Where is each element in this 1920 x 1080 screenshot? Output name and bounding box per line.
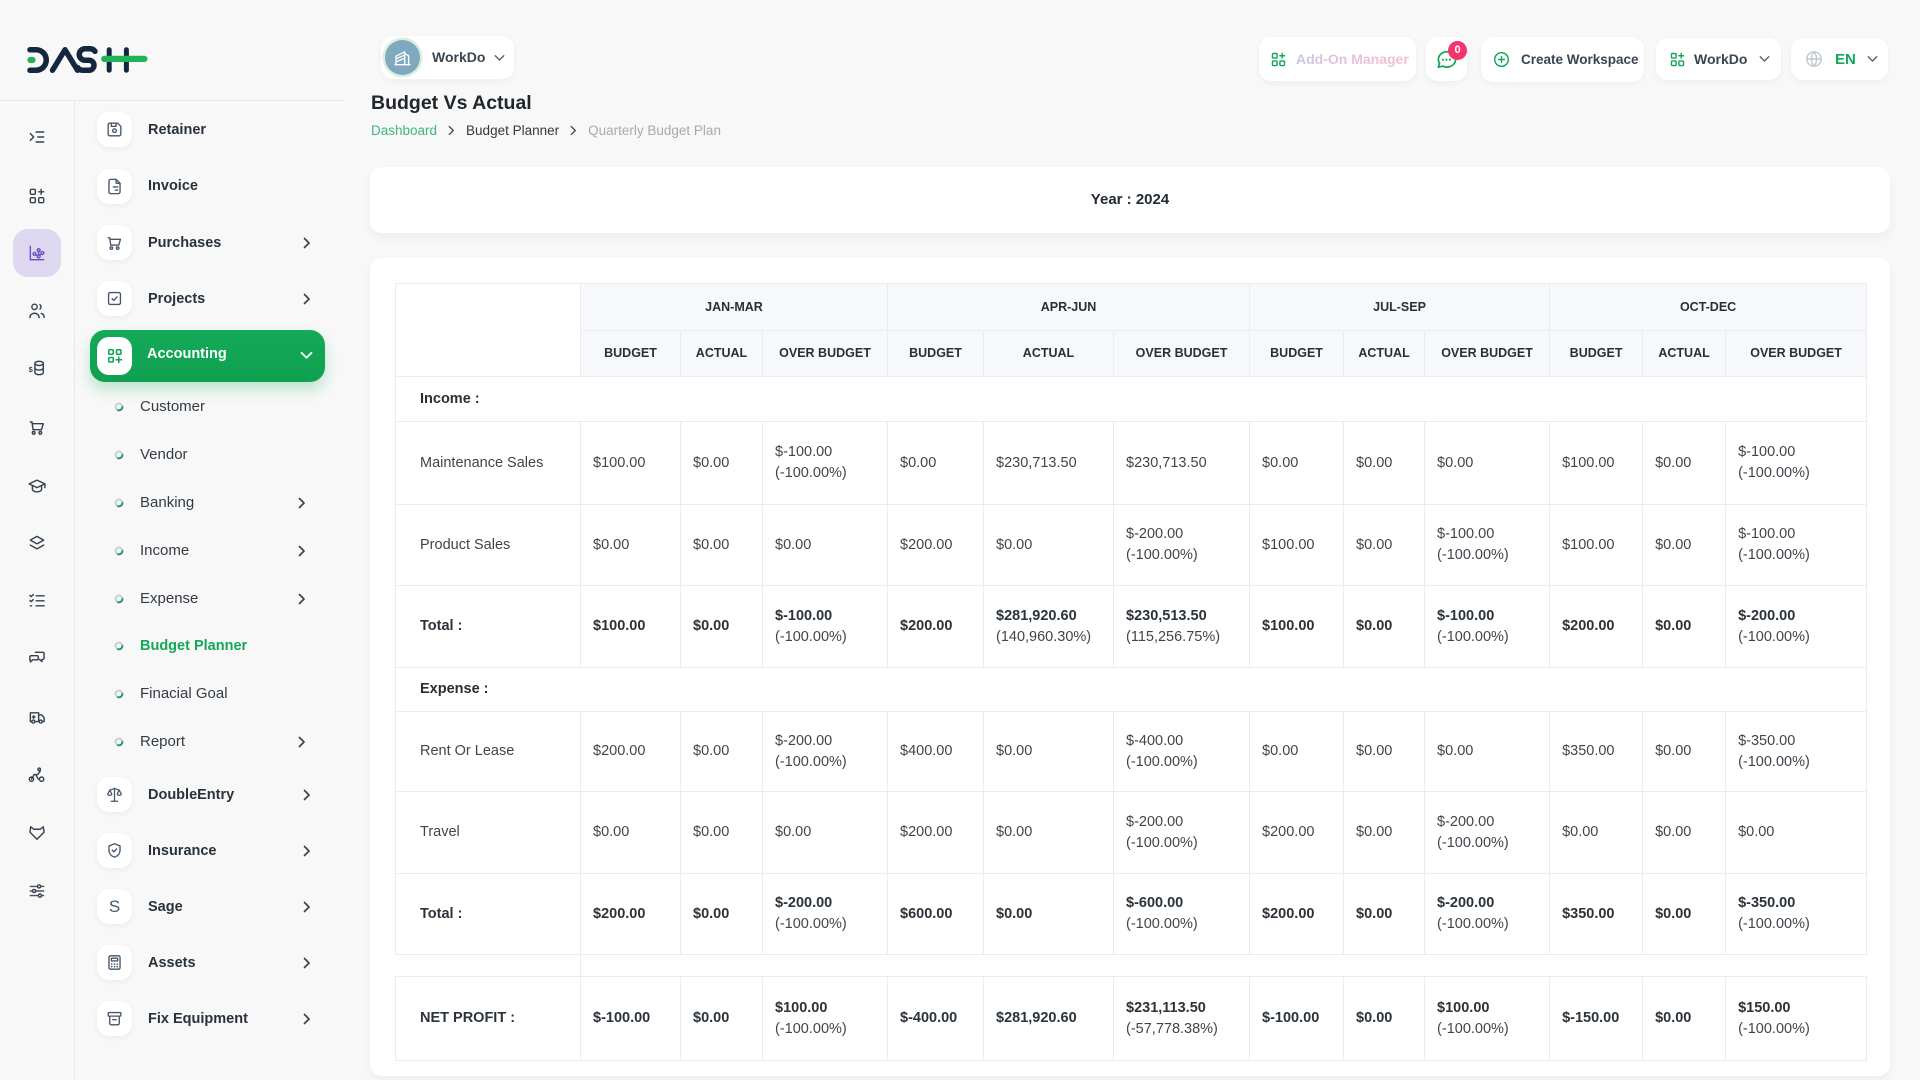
svg-text:$: $ — [29, 365, 34, 374]
